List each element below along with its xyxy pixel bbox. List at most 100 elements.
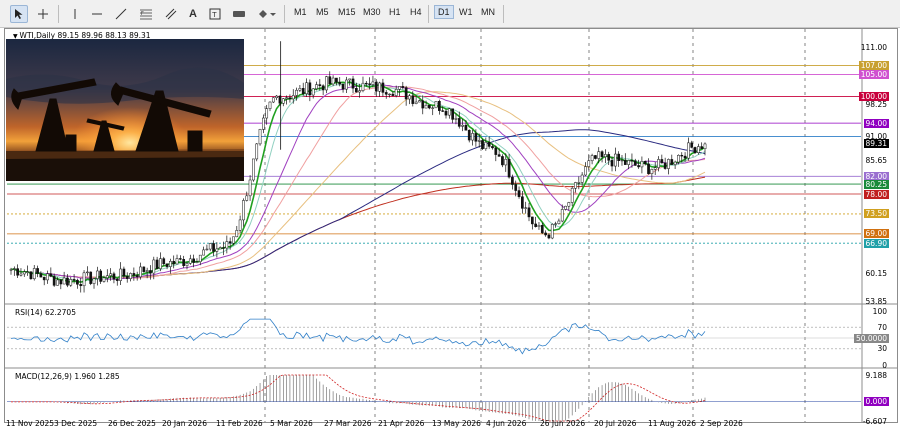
candle-body bbox=[29, 271, 33, 280]
candle-body bbox=[620, 159, 624, 162]
candle-body bbox=[378, 82, 381, 92]
candle-body bbox=[504, 158, 508, 166]
candle-body bbox=[540, 225, 544, 234]
candle-body bbox=[275, 95, 278, 99]
candle-body bbox=[321, 85, 325, 91]
candle-body bbox=[155, 259, 159, 269]
macd-signal-line bbox=[11, 374, 706, 422]
candle-body bbox=[295, 89, 298, 96]
candle-body bbox=[291, 95, 295, 100]
candle-body bbox=[697, 146, 700, 153]
price-tick-label: 85.65 bbox=[865, 155, 887, 165]
candle-body bbox=[587, 160, 591, 167]
candle-body bbox=[102, 277, 106, 282]
candle-body bbox=[169, 260, 172, 267]
crosshair-icon[interactable] bbox=[34, 5, 52, 23]
candle-body bbox=[305, 82, 308, 95]
candle-body bbox=[428, 104, 431, 109]
candle-body bbox=[600, 151, 604, 158]
text-icon[interactable]: A bbox=[184, 5, 202, 23]
candle-body bbox=[46, 273, 49, 281]
candle-body bbox=[637, 165, 640, 168]
timeframe-m30[interactable]: M30 bbox=[363, 7, 381, 17]
candle-body bbox=[122, 268, 126, 277]
candle-body bbox=[604, 154, 607, 158]
candle-body bbox=[521, 196, 524, 209]
candle-body bbox=[371, 81, 375, 85]
candle-body bbox=[511, 176, 514, 185]
candle-body bbox=[517, 190, 521, 197]
timeframe-mn[interactable]: MN bbox=[481, 7, 495, 17]
time-axis-label: 5 Mar 2026 bbox=[270, 419, 313, 428]
vertical-line-icon[interactable] bbox=[66, 5, 84, 23]
candle-body bbox=[640, 161, 644, 168]
candle-body bbox=[653, 167, 657, 170]
candle-body bbox=[188, 258, 192, 264]
horizontal-line-icon[interactable] bbox=[88, 5, 106, 23]
candle-body bbox=[477, 140, 481, 142]
candle-body bbox=[537, 225, 541, 227]
candle-body bbox=[105, 275, 109, 279]
price-tick-label: 111.00 bbox=[860, 43, 887, 53]
candle-body bbox=[560, 209, 564, 222]
candle-body bbox=[354, 87, 358, 93]
time-axis-label: 13 May 2026 bbox=[432, 419, 481, 428]
svg-text:F: F bbox=[141, 11, 144, 17]
candle-body bbox=[657, 159, 660, 168]
candle-body bbox=[145, 270, 149, 272]
candle-body bbox=[384, 92, 388, 95]
fibonacci-icon[interactable]: F bbox=[137, 5, 155, 23]
candle-body bbox=[647, 163, 650, 174]
timeframe-h4[interactable]: H4 bbox=[410, 7, 422, 17]
time-axis: 11 Nov 2025 3 Dec 2025 26 Dec 2025 20 Jan 2… bbox=[0, 419, 900, 433]
candle-body bbox=[99, 270, 103, 282]
timeframe-m1[interactable]: M1 bbox=[294, 7, 307, 17]
time-axis-label: 4 Jun 2026 bbox=[486, 419, 527, 428]
candle-body bbox=[265, 108, 269, 119]
candle-body bbox=[361, 82, 365, 91]
candle-body bbox=[481, 140, 484, 149]
candle-body bbox=[630, 160, 634, 162]
cursor-icon[interactable] bbox=[10, 5, 28, 23]
candle-body bbox=[358, 90, 362, 93]
candle-body bbox=[341, 83, 345, 90]
candle-body bbox=[554, 223, 557, 225]
candle-body bbox=[198, 254, 202, 262]
candle-body bbox=[135, 275, 139, 278]
timeframe-m15[interactable]: M15 bbox=[338, 7, 356, 17]
rectangle-icon[interactable] bbox=[230, 5, 248, 23]
timeframe-w1[interactable]: W1 bbox=[459, 7, 473, 17]
timeframe-m5[interactable]: M5 bbox=[316, 7, 329, 17]
candle-body bbox=[215, 248, 219, 252]
price-level-label: 107.00 bbox=[858, 61, 889, 71]
trading-terminal: F A T M1 M5 M15 M30 H1 H4 D1 W1 MN ▼ WTI… bbox=[0, 0, 900, 438]
candle-body bbox=[577, 182, 581, 184]
candle-body bbox=[441, 110, 445, 112]
shapes-icon[interactable] bbox=[256, 5, 278, 23]
candle-body bbox=[584, 166, 587, 176]
candle-body bbox=[252, 158, 255, 181]
chart-toolbar: F A T M1 M5 M15 M30 H1 H4 D1 W1 MN bbox=[0, 0, 900, 28]
time-axis-label: 2 Sep 2026 bbox=[700, 419, 743, 428]
candle-body bbox=[32, 268, 36, 280]
label-icon[interactable]: T bbox=[206, 5, 224, 23]
timeframe-h1[interactable]: H1 bbox=[389, 7, 401, 17]
timeframe-d1[interactable]: D1 bbox=[434, 5, 454, 19]
oil-pumpjack-image bbox=[6, 39, 244, 181]
candle-body bbox=[338, 81, 342, 85]
candle-body bbox=[162, 258, 166, 265]
price-level-label: 105.00 bbox=[858, 69, 889, 79]
trend-line-icon[interactable] bbox=[112, 5, 130, 23]
candle-body bbox=[59, 279, 63, 285]
candle-body bbox=[457, 118, 461, 127]
candle-body bbox=[192, 258, 195, 263]
channel-icon[interactable] bbox=[162, 5, 180, 23]
candle-body bbox=[487, 142, 491, 147]
time-axis-label: 26 Dec 2025 bbox=[108, 419, 156, 428]
price-tick-label: 60.15 bbox=[865, 268, 887, 278]
candle-body bbox=[12, 268, 16, 270]
candle-body bbox=[464, 124, 468, 131]
macd-title: MACD(12,26,9) 1.960 1.285 bbox=[15, 372, 120, 381]
candle-body bbox=[268, 101, 272, 109]
candle-body bbox=[391, 93, 395, 96]
